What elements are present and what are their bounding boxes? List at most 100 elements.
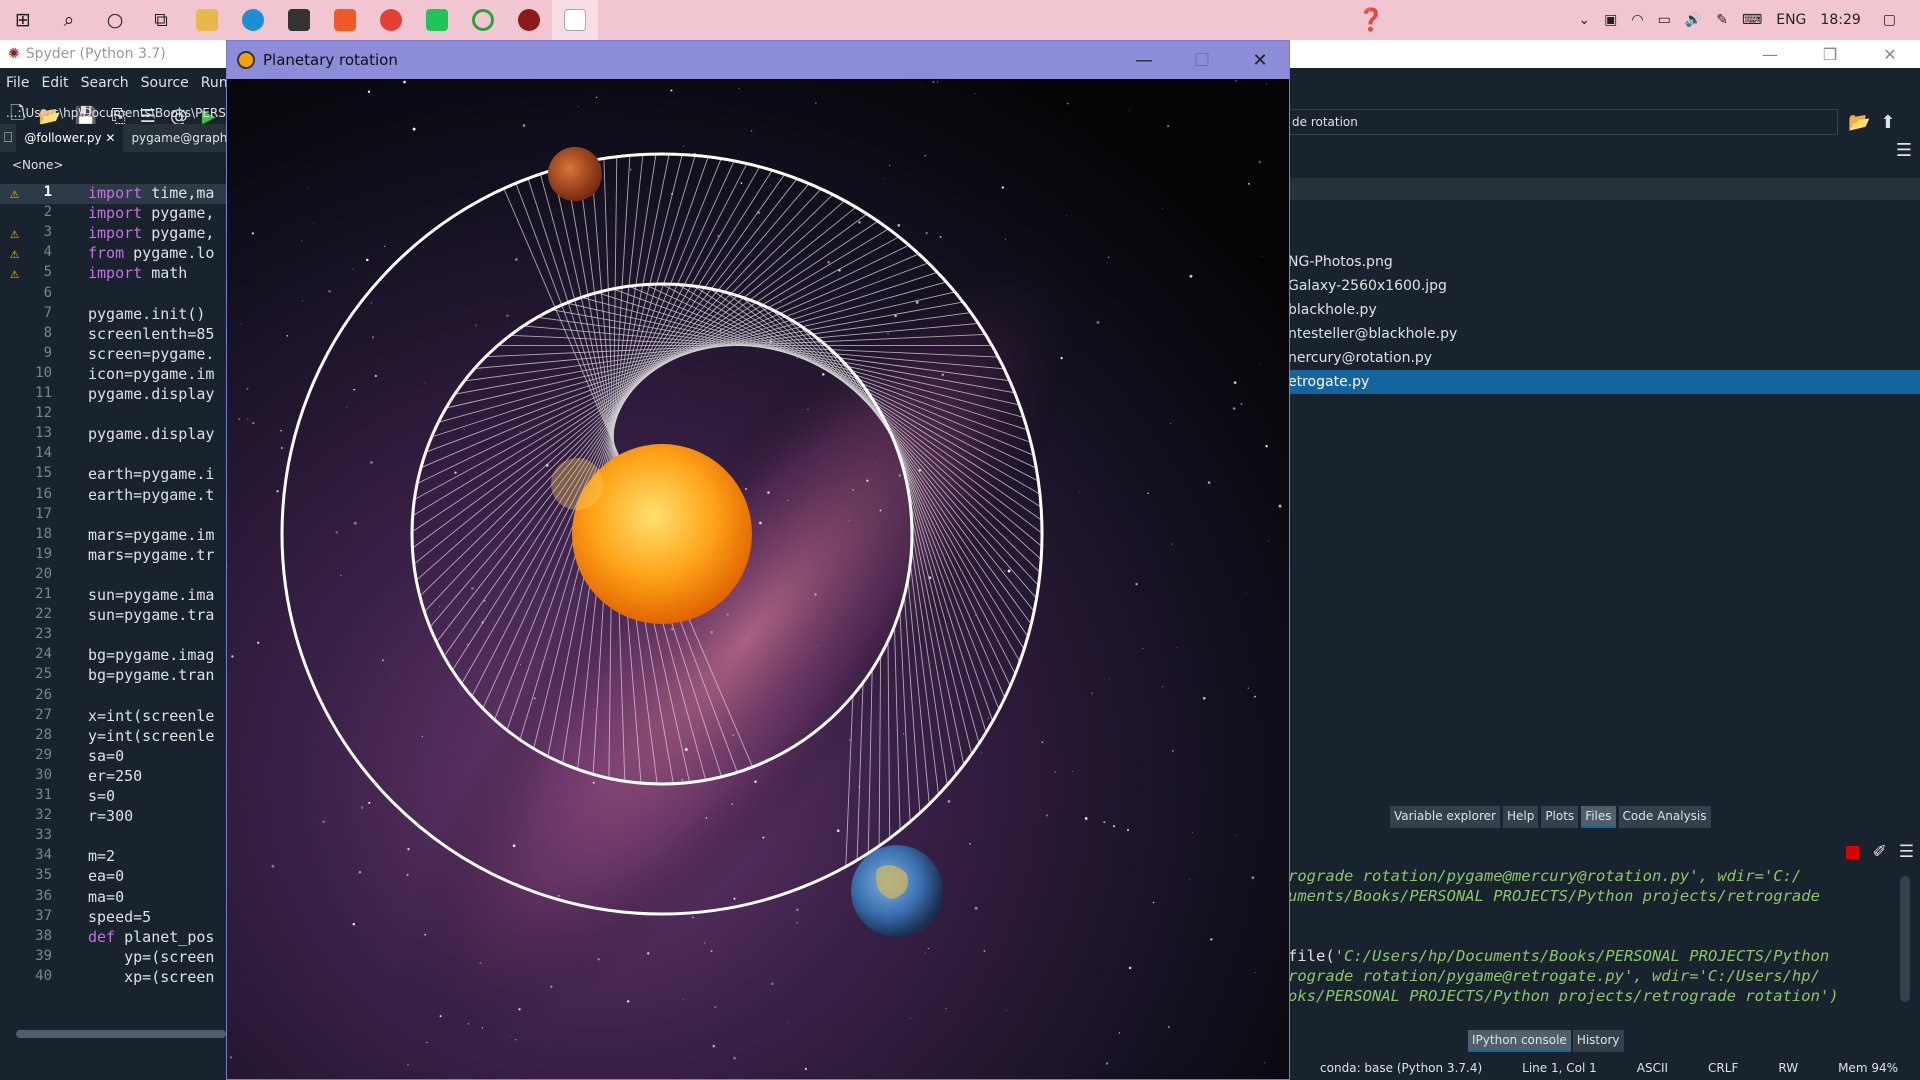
menu-file[interactable]: File	[6, 75, 29, 91]
editor-horizontal-scrollbar[interactable]	[16, 1030, 226, 1038]
green-app-icon[interactable]	[414, 0, 460, 40]
console-scrollbar[interactable]	[1900, 876, 1910, 1002]
code-line[interactable]: 33	[0, 827, 226, 847]
close-icon[interactable]: ✕	[1231, 50, 1289, 71]
wifi-icon[interactable]: ◠	[1631, 12, 1643, 28]
code-line[interactable]: 25 bg=pygame.tran	[0, 666, 226, 686]
minimize-icon[interactable]: —	[1740, 45, 1800, 64]
windows-start-icon[interactable]: ⊞	[0, 0, 46, 40]
close-icon[interactable]: ✕	[1860, 45, 1920, 64]
code-line[interactable]: 39 yp=(screen	[0, 948, 226, 968]
chrome-icon[interactable]	[368, 0, 414, 40]
tab-ipython-console[interactable]: IPython console	[1468, 1030, 1571, 1052]
code-line[interactable]: 35 ea=0	[0, 867, 226, 887]
file-item[interactable]: NG-Photos.png	[1288, 250, 1920, 274]
tab-pygame-graph[interactable]: pygame@graph	[123, 124, 235, 152]
menu-run[interactable]: Run	[201, 75, 228, 91]
battery-icon[interactable]: ▭	[1658, 12, 1671, 28]
files-path-field[interactable]: de rotation	[1288, 109, 1838, 135]
clock[interactable]: 18:29	[1820, 12, 1860, 28]
code-line[interactable]: 28 y=int(screenle	[0, 727, 226, 747]
language-indicator[interactable]: ENG	[1776, 12, 1806, 28]
minimize-icon[interactable]: —	[1115, 50, 1173, 71]
tab-history[interactable]: History	[1572, 1030, 1624, 1052]
code-line[interactable]: 24 bg=pygame.imag	[0, 646, 226, 666]
pen-icon[interactable]: ✎	[1716, 12, 1728, 28]
tab-plots[interactable]: Plots	[1541, 806, 1579, 828]
code-line[interactable]: 37 speed=5	[0, 908, 226, 928]
tab-variable-explorer[interactable]: Variable explorer	[1390, 806, 1500, 828]
notification-icon[interactable]: ▢	[1883, 12, 1896, 28]
parent-directory-icon[interactable]: ⬆	[1880, 112, 1895, 133]
code-line[interactable]: 16 earth=pygame.t	[0, 486, 226, 506]
keyboard-icon[interactable]: ⌨	[1742, 12, 1762, 28]
pygame-canvas[interactable]	[227, 79, 1289, 1079]
menu-source[interactable]: Source	[141, 75, 189, 91]
code-line[interactable]: ⚠ 4 from pygame.lo	[0, 244, 226, 264]
browse-tabs-icon[interactable]: ⎕	[0, 130, 16, 146]
code-line[interactable]: 15 earth=pygame.i	[0, 465, 226, 485]
warning-icon[interactable]: ⚠	[10, 244, 26, 262]
code-line[interactable]: 7 pygame.init()	[0, 305, 226, 325]
file-item[interactable]: etrogate.py	[1288, 370, 1920, 394]
code-line[interactable]: ⚠ 5 import math	[0, 264, 226, 284]
code-line[interactable]: ⚠ 1 import time,ma	[0, 184, 226, 204]
ipython-console[interactable]: rograde rotation/pygame@mercury@rotation…	[1288, 866, 1898, 1006]
edge-icon[interactable]	[230, 0, 276, 40]
menu-edit[interactable]: Edit	[41, 75, 68, 91]
cortana-icon[interactable]: ○	[92, 0, 138, 40]
open-folder-icon[interactable]: 📂	[1848, 112, 1870, 133]
display-icon[interactable]: ▣	[1604, 12, 1617, 28]
help-icon[interactable]: ❓	[1357, 8, 1384, 33]
code-line[interactable]: 29 sa=0	[0, 747, 226, 767]
code-line[interactable]: 22 sun=pygame.tra	[0, 606, 226, 626]
circle-app-icon[interactable]	[460, 0, 506, 40]
code-line[interactable]: 21 sun=pygame.ima	[0, 586, 226, 606]
tab-help[interactable]: Help	[1502, 806, 1539, 828]
warning-icon[interactable]: ⚠	[10, 184, 26, 202]
stop-icon[interactable]: ■	[1844, 842, 1860, 862]
code-line[interactable]: 38 def planet_pos	[0, 928, 226, 948]
warning-icon[interactable]: ⚠	[10, 224, 26, 242]
search-icon[interactable]: ⌕	[46, 0, 92, 40]
restore-icon[interactable]: ❐	[1800, 45, 1860, 64]
blank-app-icon[interactable]	[552, 0, 598, 40]
code-line[interactable]: 36 ma=0	[0, 888, 226, 908]
console-menu-icon[interactable]: ☰	[1899, 842, 1914, 862]
chevron-up-icon[interactable]: ⌄	[1578, 12, 1590, 28]
code-line[interactable]: 31 s=0	[0, 787, 226, 807]
code-line[interactable]: 12	[0, 405, 226, 425]
file-item[interactable]: ntesteller@blackhole.py	[1288, 322, 1920, 346]
hamburger-menu-icon[interactable]: ☰	[1896, 140, 1912, 161]
close-tab-icon[interactable]: ✕	[105, 131, 115, 145]
code-line[interactable]: 40 xp=(screen	[0, 968, 226, 988]
code-line[interactable]: 26	[0, 687, 226, 707]
code-line[interactable]: 2 import pygame,	[0, 204, 226, 224]
code-line[interactable]: 19 mars=pygame.tr	[0, 546, 226, 566]
code-editor[interactable]: ⚠ 1 import time,ma 2 import pygame, ⚠ 3 import …	[0, 178, 226, 1023]
code-line[interactable]: ⚠ 3 import pygame,	[0, 224, 226, 244]
code-line[interactable]: 30 er=250	[0, 767, 226, 787]
file-explorer-icon[interactable]	[184, 0, 230, 40]
store-icon[interactable]	[276, 0, 322, 40]
tab-files[interactable]: Files	[1581, 806, 1616, 828]
file-item[interactable]: nercury@rotation.py	[1288, 346, 1920, 370]
tab-follower[interactable]: @follower.py ✕	[16, 124, 124, 152]
eraser-icon[interactable]: ✐	[1873, 842, 1887, 862]
code-line[interactable]: 11 pygame.display	[0, 385, 226, 405]
code-line[interactable]: 23	[0, 626, 226, 646]
code-line[interactable]: 10 icon=pygame.im	[0, 365, 226, 385]
code-line[interactable]: 34 m=2	[0, 847, 226, 867]
code-line[interactable]: 13 pygame.display	[0, 425, 226, 445]
code-line[interactable]: 6	[0, 285, 226, 305]
code-line[interactable]: 18 mars=pygame.im	[0, 526, 226, 546]
file-item[interactable]: Galaxy-2560x1600.jpg	[1288, 274, 1920, 298]
brave-icon[interactable]	[322, 0, 368, 40]
tab-code-analysis[interactable]: Code Analysis	[1618, 806, 1711, 828]
task-view-icon[interactable]: ⧉	[138, 0, 184, 40]
code-line[interactable]: 20	[0, 566, 226, 586]
code-line[interactable]: 27 x=int(screenle	[0, 707, 226, 727]
code-line[interactable]: 14	[0, 445, 226, 465]
code-line[interactable]: 17	[0, 506, 226, 526]
warning-icon[interactable]: ⚠	[10, 264, 26, 282]
